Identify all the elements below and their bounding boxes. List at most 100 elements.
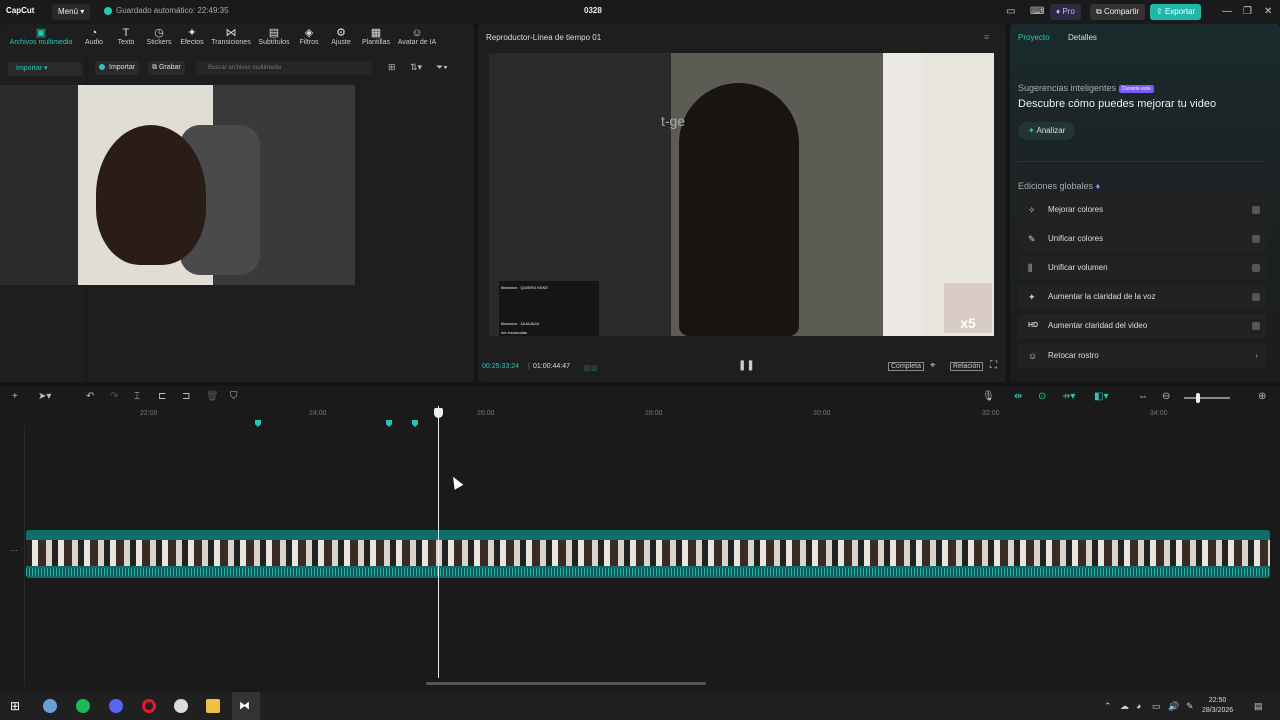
sort-icon[interactable]: ⇅▾ [410, 62, 422, 73]
toggle-icon[interactable] [1252, 293, 1260, 301]
export-button[interactable]: ⇪ Exportar [1150, 4, 1202, 20]
fit-icon[interactable]: ⇔ [1138, 391, 1148, 402]
video-preview[interactable]: t-ge tilrancion : QUIERO KEKE tilrancion… [489, 53, 994, 336]
filter-icon[interactable]: ⏷▾ [436, 62, 448, 73]
shield-icon[interactable]: ⛉ [230, 391, 238, 402]
timeline-marker[interactable] [412, 420, 418, 427]
github-icon[interactable] [174, 699, 188, 713]
delete-icon[interactable]: 🗑 [206, 391, 219, 402]
chat-line [501, 292, 597, 301]
redo-icon[interactable]: ↷ [110, 391, 118, 402]
tab-ai-avatar[interactable]: ☺ Avatar de IA [396, 27, 438, 46]
tab-adjust[interactable]: ⚙ Ajuste [328, 27, 354, 46]
notification-icon[interactable]: ▤ [1254, 701, 1263, 712]
add-track-icon[interactable]: + [12, 391, 18, 402]
timeline-marker[interactable] [386, 420, 392, 427]
chevron-up-icon[interactable]: ⌃ [1104, 701, 1112, 712]
zoom-in-icon[interactable]: ⊕ [1258, 391, 1266, 402]
shortcuts-icon[interactable]: ⌨ [1030, 6, 1044, 17]
player-menu-icon[interactable]: ≡ [984, 32, 989, 42]
share-button[interactable]: ⧉ Compartir [1090, 4, 1146, 20]
global-item-enhance-colors[interactable]: ✧ Mejorar colores [1018, 198, 1266, 222]
tab-details[interactable]: Detalles [1068, 33, 1097, 42]
toggle-icon[interactable] [1252, 235, 1260, 243]
tab-subtitles[interactable]: ▤ Subtítulos [256, 27, 292, 46]
global-item-video-clarity[interactable]: HD Aumentar claridad del video [1018, 314, 1266, 338]
zoom-out-icon[interactable]: ⊖ [1162, 391, 1170, 402]
volume-icon[interactable]: 🔊 [1168, 701, 1179, 712]
layout-icon[interactable]: ▭ [1006, 6, 1015, 17]
display-icon[interactable]: ▭ [1152, 701, 1161, 712]
global-item-voice-clarity[interactable]: ✦ Aumentar la claridad de la voz [1018, 285, 1266, 309]
pen-icon[interactable]: ✎ [1186, 701, 1194, 712]
toggle-icon[interactable] [1252, 206, 1260, 214]
record-button-label: Grabar [158, 64, 181, 71]
crop-icon[interactable]: ⌖ [930, 360, 936, 371]
select-tool-icon[interactable]: ➤▾ [38, 391, 51, 402]
tab-audio[interactable]: ◔ Audio [82, 27, 106, 46]
video-track-clip[interactable] [26, 530, 1270, 578]
link-icon[interactable]: ⇹ [1014, 391, 1022, 402]
import-button[interactable]: Importar [95, 61, 140, 75]
timeline-marker[interactable] [255, 420, 261, 427]
timeline-scrollbar[interactable] [426, 682, 706, 685]
windows-start-icon[interactable]: ⊞ [10, 699, 20, 713]
toggle-icon[interactable] [1252, 264, 1260, 272]
snap-icon[interactable]: ⇸▾ [1062, 391, 1075, 402]
minimize-icon[interactable]: — [1222, 6, 1232, 17]
track-options-icon[interactable]: ⋯ [10, 546, 18, 555]
cloud-icon[interactable]: ☁ [1120, 701, 1129, 712]
menu-button[interactable]: Menú ▾ [52, 4, 91, 20]
tab-transitions[interactable]: ⋈ Transiciones [210, 27, 252, 46]
playhead-line[interactable] [438, 406, 439, 678]
trim-left-icon[interactable]: ⊏ [158, 391, 166, 402]
preview-axis-icon[interactable]: ◧▾ [1094, 391, 1108, 402]
trim-right-icon[interactable]: ⊐ [182, 391, 190, 402]
tab-project[interactable]: Proyecto [1018, 33, 1050, 42]
zoom-slider[interactable] [1184, 393, 1230, 403]
global-item-unify-volume[interactable]: ⫼ Unificar volumen [1018, 256, 1266, 280]
magnet-icon[interactable]: ⊙ [1038, 391, 1046, 402]
project-name[interactable]: 0328 [584, 6, 602, 15]
playhead-handle[interactable] [434, 408, 443, 418]
microphone-icon[interactable]: 🎙 [982, 391, 995, 402]
toggle-icon[interactable] [1252, 322, 1260, 330]
discord-icon[interactable] [109, 699, 123, 713]
file-explorer-icon[interactable] [206, 699, 220, 713]
tab-text[interactable]: T Texto [114, 27, 138, 46]
global-item-label: Unificar volumen [1048, 263, 1108, 272]
import-select[interactable]: Importar ▾ [8, 62, 82, 76]
import-icon [99, 64, 105, 71]
view-grid-icon[interactable]: ⊞ [388, 62, 396, 73]
zoom-slider-handle[interactable] [1196, 393, 1200, 403]
global-item-retouch-face[interactable]: ☺ Retocar rostro › [1018, 344, 1266, 368]
spotify-icon[interactable] [76, 699, 90, 713]
tab-templates[interactable]: ▦ Plantillas [360, 27, 392, 46]
tab-stickers[interactable]: ◷ Stickers [144, 27, 174, 46]
split-icon[interactable]: ⌶ [134, 391, 140, 402]
pro-button[interactable]: ♦ Pro [1050, 4, 1081, 20]
global-item-unify-colors[interactable]: ✎ Unificar colores [1018, 227, 1266, 251]
search-input[interactable]: Buscar archivos multimedia [196, 61, 372, 75]
tab-filters[interactable]: ◈ Filtros [296, 27, 322, 46]
system-clock[interactable]: 22:50 28/3/2026 [1202, 696, 1233, 716]
tab-effects[interactable]: ✦ Efectos [178, 27, 206, 46]
tab-media[interactable]: ▣ Archivos multimedia [8, 27, 74, 46]
pause-icon[interactable]: ❚❚ [738, 360, 755, 371]
wifi-icon[interactable]: ◕ [1136, 701, 1141, 711]
restore-icon[interactable]: ❐ [1243, 6, 1252, 17]
capcut-taskbar-item[interactable]: ⧓ [232, 692, 260, 720]
ratio-button[interactable]: Relación [950, 362, 984, 371]
suggestions-headline: Descubre cómo puedes mejorar tu video [1018, 98, 1217, 110]
quality-button[interactable]: Completa [888, 362, 924, 371]
undo-icon[interactable]: ↶ [86, 391, 94, 402]
opera-icon[interactable] [142, 699, 156, 713]
analyze-button[interactable]: ✦ Analizar [1018, 122, 1076, 140]
record-button[interactable]: ⧉ Grabar [148, 61, 185, 75]
media-thumbnail[interactable] [0, 85, 355, 285]
close-icon[interactable]: ✕ [1264, 6, 1272, 17]
ruler-label: 26:00 [477, 410, 495, 417]
fullscreen-icon[interactable]: ⛶ [990, 360, 997, 371]
transitions-icon: ⋈ [225, 27, 237, 39]
app-icon[interactable] [43, 699, 57, 713]
